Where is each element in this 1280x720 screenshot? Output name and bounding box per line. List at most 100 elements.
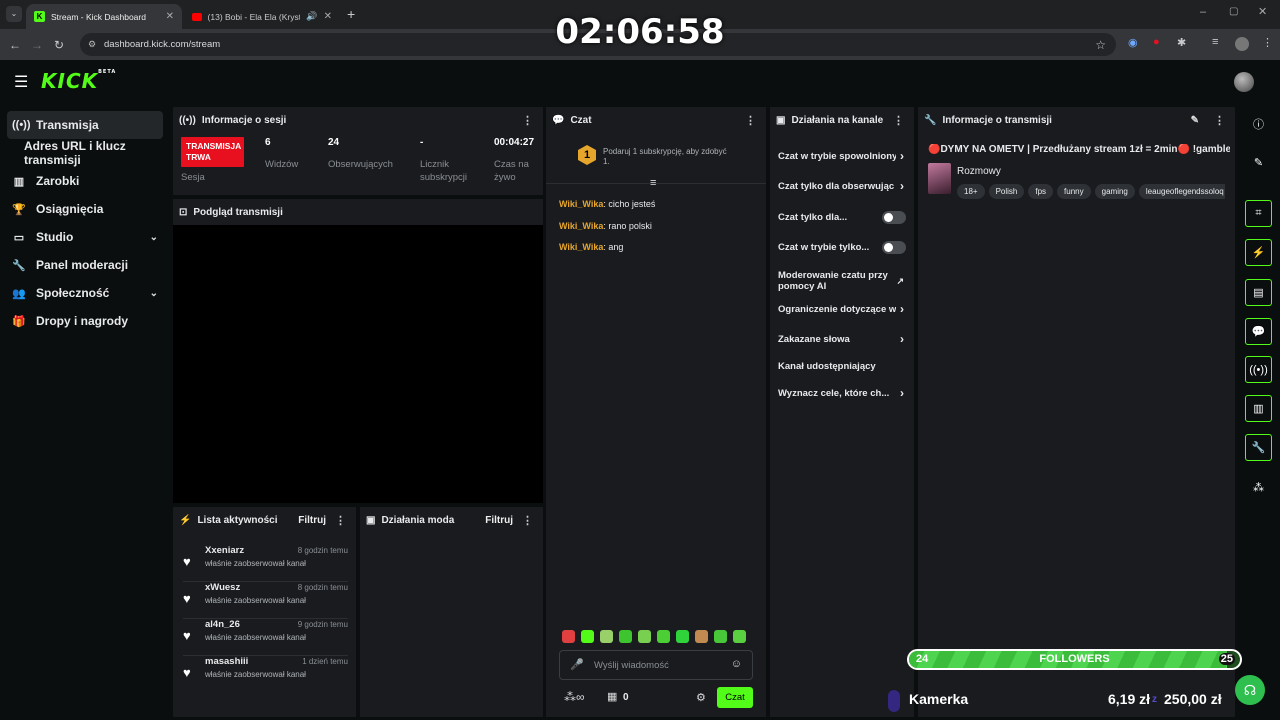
store-icon[interactable]: ▦ [607, 690, 617, 703]
category-name[interactable]: Rozmowy [957, 166, 1001, 177]
more-options-icon[interactable]: ⋮ [893, 114, 904, 127]
more-options-icon[interactable]: ⋮ [522, 514, 533, 527]
extension-red-icon[interactable]: ● [1153, 36, 1160, 48]
emote-icon[interactable] [714, 630, 727, 643]
emoji-picker-icon[interactable]: ☺ [731, 658, 742, 670]
host-channel-setting[interactable]: Kanał udostępniający [778, 356, 906, 376]
chat-username[interactable]: Wiki_Wika [559, 242, 603, 252]
sidebar-item-dropy[interactable]: 🎁 Dropy i nagrody [0, 307, 170, 335]
emote-icon[interactable] [733, 630, 746, 643]
panel-title: Lista aktywności [197, 514, 278, 526]
back-arrow-icon[interactable]: ← [4, 38, 26, 52]
ai-moderation-setting[interactable]: Moderowanie czatu przy pomocy AI ↗ [778, 266, 906, 296]
close-tab-icon[interactable]: ✕ [166, 11, 174, 22]
more-options-icon[interactable]: ⋮ [335, 514, 346, 527]
broadcast-button[interactable]: ((•)) [1245, 356, 1272, 383]
profile-avatar-icon[interactable] [1235, 37, 1249, 51]
emote-icon[interactable] [581, 630, 594, 643]
maximize-window-button[interactable]: ▢ [1229, 6, 1238, 17]
category-thumbnail[interactable] [928, 163, 951, 194]
sidebar-item-zarobki[interactable]: ▥ Zarobki [0, 167, 170, 195]
emote-icon[interactable] [657, 630, 670, 643]
edit-pencil-icon[interactable]: ✎ [1245, 152, 1272, 172]
extensions-puzzle-icon[interactable]: ✱ [1177, 36, 1186, 49]
wrench-button[interactable]: 🔧 [1245, 434, 1272, 461]
chat-text: : cicho jesteś [603, 199, 656, 209]
account-age-setting[interactable]: Ograniczenie dotyczące w › [778, 299, 906, 319]
kick-logo[interactable]: KICKBETA [41, 69, 116, 93]
stream-tag: funny [1057, 184, 1091, 199]
broadcast-icon: ((•)) [12, 119, 31, 131]
close-window-button[interactable]: ✕ [1258, 5, 1267, 18]
emote-icon[interactable] [676, 630, 689, 643]
pinned-toggle-icon[interactable]: ≡ [650, 177, 656, 189]
edit-pencil-icon[interactable]: ✎ [1191, 115, 1199, 126]
browser-tab-kick[interactable]: K Stream - Kick Dashboard ✕ [26, 4, 182, 29]
subs-value: - [420, 137, 424, 148]
browser-tab-youtube[interactable]: (13) Bobi - Ela Ela (Krystek I 🔊 ✕ [184, 4, 340, 29]
extension-wifi-icon[interactable]: ◉ [1128, 36, 1138, 49]
more-options-icon[interactable]: ⋮ [745, 114, 756, 127]
activity-desc: właśnie zaobserwował kanał [205, 633, 306, 642]
help-chat-button[interactable]: ☊ [1235, 675, 1265, 705]
tab-list-chevron-icon[interactable]: ⌄ [6, 6, 22, 22]
info-icon[interactable]: ⓘ [1245, 114, 1272, 134]
filter-button[interactable]: Filtruj [298, 515, 326, 526]
clip-capture-button[interactable]: ⌗ [1245, 200, 1272, 227]
emote-icon[interactable] [600, 630, 613, 643]
sidebar-item-url-key[interactable]: Adres URL i klucz transmisji [0, 139, 170, 167]
send-chat-button[interactable]: Czat [717, 687, 753, 708]
sidebar-item-panel-moderacji[interactable]: 🔧 Panel moderacji [0, 251, 170, 279]
community-infinity-icon[interactable]: ⁂∞ [564, 690, 585, 704]
hamburger-menu-icon[interactable]: ☰ [14, 72, 28, 92]
browser-menu-icon[interactable]: ⋮ [1262, 36, 1273, 49]
slow-mode-setting[interactable]: Czat w trybie spowolniony › [778, 146, 906, 166]
activity-item: ♥ xWuesz 8 godzin temu właśnie zaobserwo… [183, 582, 348, 619]
chat-button[interactable]: 💬 [1245, 318, 1272, 345]
notes-button[interactable]: ▤ [1245, 279, 1272, 306]
audio-playing-icon[interactable]: 🔊 [306, 11, 317, 22]
bookmark-star-icon[interactable]: ☆ [1095, 38, 1106, 52]
site-info-icon[interactable]: ⚙ [88, 39, 96, 50]
activity-user[interactable]: xWuesz [205, 582, 240, 593]
subscribers-only-toggle[interactable] [882, 210, 906, 224]
banned-words-setting[interactable]: Zakazane słowa › [778, 329, 906, 349]
chat-input[interactable]: 🎤 Wyślij wiadomość ☺ [559, 650, 753, 680]
layout-button[interactable]: ▥ [1245, 395, 1272, 422]
emote-icon[interactable] [638, 630, 651, 643]
viewers-stat: 6 Widzów [265, 137, 298, 171]
activity-user[interactable]: masashiii [205, 656, 248, 667]
activity-user[interactable]: al4n_26 [205, 619, 240, 630]
minimize-window-button[interactable]: – [1200, 6, 1206, 18]
media-controls-icon[interactable]: ≡ [1212, 36, 1218, 48]
sidebar-item-spolecznosc[interactable]: 👥 Społeczność ⌄ [0, 279, 170, 307]
sidebar-item-transmisja[interactable]: ((•)) Transmisja [7, 111, 163, 139]
activity-user[interactable]: Xxeniarz [205, 545, 244, 556]
microphone-icon[interactable]: 🎤 [570, 658, 584, 671]
new-tab-button[interactable]: + [347, 6, 355, 22]
community-icon[interactable]: ⁂ [1245, 477, 1272, 497]
close-tab-icon[interactable]: ✕ [324, 11, 332, 22]
sidebar-item-studio[interactable]: ▭ Studio ⌄ [0, 223, 170, 251]
chat-settings-icon[interactable]: ⚙ [696, 691, 706, 704]
filter-button[interactable]: Filtruj [485, 515, 513, 526]
emote-icon[interactable] [619, 630, 632, 643]
goals-setting[interactable]: Wyznacz cele, które ch... › [778, 383, 906, 403]
emote-only-setting: Czat w trybie tylko... [778, 237, 906, 257]
forward-arrow-icon[interactable]: → [26, 38, 48, 52]
emote-icon[interactable] [562, 630, 575, 643]
emote-icon[interactable] [695, 630, 708, 643]
chevron-right-icon: › [900, 386, 904, 400]
more-options-icon[interactable]: ⋮ [522, 114, 533, 127]
sidebar-item-osiagniecia[interactable]: 🏆 Osiągnięcia [0, 195, 170, 223]
chat-username[interactable]: Wiki_Wika [559, 221, 603, 231]
chat-username[interactable]: Wiki_Wika [559, 199, 603, 209]
user-avatar[interactable] [1234, 72, 1254, 92]
broadcast-icon: ((•)) [179, 114, 196, 126]
emote-only-toggle[interactable] [882, 240, 906, 254]
followers-only-setting[interactable]: Czat tylko dla obserwując › [778, 176, 906, 196]
lightning-button[interactable]: ⚡ [1245, 239, 1272, 266]
gift-sub-badge[interactable]: 1 [578, 145, 596, 165]
reload-icon[interactable]: ↻ [48, 38, 70, 52]
more-options-icon[interactable]: ⋮ [1214, 114, 1225, 127]
